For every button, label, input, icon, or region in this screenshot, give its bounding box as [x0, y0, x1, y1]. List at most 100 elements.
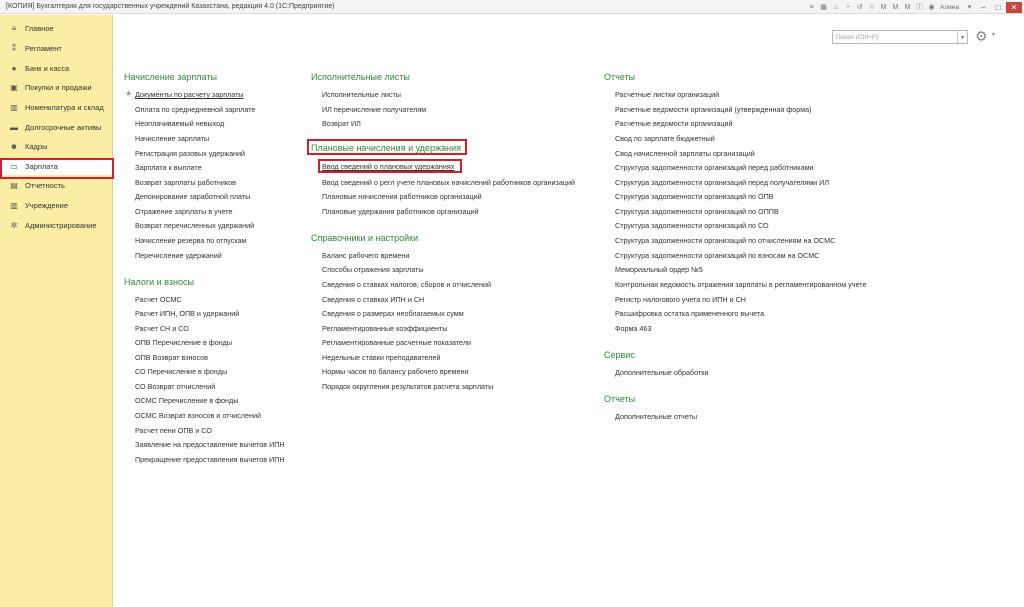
sidebar-item-label: Покупки и продажи	[25, 83, 92, 92]
link-item[interactable]: СО Возврат отчислений	[135, 382, 215, 391]
link-item[interactable]: ОСМС Перечисление в фонды	[135, 396, 238, 405]
link-item[interactable]: Ввод сведений о плановых удержаниях	[322, 162, 454, 171]
link-item[interactable]: Структура задолженности организаций по О…	[615, 207, 779, 216]
section-title-otchety-additional: Отчеты	[604, 394, 636, 404]
link-item[interactable]: Регистрация разовых удержаний	[135, 149, 245, 158]
link-item[interactable]: Дополнительные отчеты	[615, 412, 697, 421]
search-dropdown-icon[interactable]: ▾	[957, 31, 967, 43]
user-icon[interactable]: ◉	[926, 2, 937, 12]
link-item[interactable]: Структура задолженности организаций пере…	[615, 178, 829, 187]
link-item[interactable]: Возврат перечисленных удержаний	[135, 221, 254, 230]
link-item[interactable]: Начисление зарплаты	[135, 134, 209, 143]
home-icon[interactable]: ⌂	[830, 2, 841, 12]
settings-dropdown-icon[interactable]: ▾	[992, 31, 995, 38]
link-item[interactable]: СО Перечисление в фонды	[135, 367, 227, 376]
star-icon[interactable]: ★	[125, 89, 132, 98]
user-name[interactable]: Алина	[938, 4, 963, 11]
letter-m-minus-icon[interactable]: M	[902, 2, 913, 12]
link-item[interactable]: Баланс рабочего времени	[322, 251, 409, 260]
link-item[interactable]: Свод начисленной зарплаты организаций	[615, 149, 755, 158]
link-item[interactable]: Начисление резерва по отпускам	[135, 236, 247, 245]
search-input[interactable]: Поиск (Ctrl+F) ▾	[832, 30, 968, 44]
link-item[interactable]: Структура задолженности организаций по в…	[615, 251, 819, 260]
link-item[interactable]: Неоплачиваемый невыход	[135, 119, 224, 128]
link-item[interactable]: ОПВ Возврат взносов	[135, 353, 208, 362]
link-item[interactable]: ИЛ перечисление получателям	[322, 105, 426, 114]
link-item[interactable]: Депонирование заработной платы	[135, 192, 250, 201]
info-icon[interactable]: ⓘ	[914, 2, 925, 12]
link-item[interactable]: Способы отражения зарплаты	[322, 265, 424, 274]
link-item[interactable]: ОПВ Перечисление в фонды	[135, 338, 232, 347]
sidebar-item-reports[interactable]: ▤ Отчетность	[0, 177, 113, 194]
settings-gear-icon[interactable]: ⚙	[975, 28, 991, 44]
link-item[interactable]: Перечисление удержаний	[135, 251, 222, 260]
link-item[interactable]: ОСМС Возврат взносов и отчислений	[135, 411, 261, 420]
link-item[interactable]: Плановые удержания работников организаци…	[322, 207, 479, 216]
section-title-nachislenie: Начисление зарплаты	[124, 72, 217, 82]
sidebar-item-administration[interactable]: ✲ Администрирование	[0, 217, 113, 234]
history-icon[interactable]: ↺	[854, 2, 865, 12]
link-item[interactable]: Расшифровка остатка примененного вычета	[615, 309, 764, 318]
sidebar-item-nomenclature[interactable]: ▥ Номенклатура и склад	[0, 99, 113, 116]
link-item[interactable]: Расчет ОСМС	[135, 295, 182, 304]
sidebar-item-assets[interactable]: ▬ Долгосрочные активы	[0, 119, 113, 136]
link-item[interactable]: Структура задолженности организаций по О…	[615, 192, 774, 201]
link-item[interactable]: Расчет СН и СО	[135, 324, 189, 333]
sidebar-item-main[interactable]: ≡ Главное	[0, 20, 113, 37]
link-item[interactable]: Порядок округления результатов расчета з…	[322, 382, 493, 391]
section-title-spravochniki: Справочники и настройки	[311, 233, 419, 243]
link-item[interactable]: Дополнительные обработки	[615, 368, 708, 377]
sidebar-item-label: Долгосрочные активы	[25, 123, 102, 132]
calendar-icon[interactable]: ▦	[818, 2, 829, 12]
link-item[interactable]: Документы по расчету зарплаты	[135, 90, 244, 99]
link-item[interactable]: Расчет ИПН, ОПВ и удержаний	[135, 309, 239, 318]
link-item[interactable]: Мемориальный ордер №5	[615, 265, 703, 274]
link-item[interactable]: Недельные ставки преподавателей	[322, 353, 440, 362]
letter-m-plus-icon[interactable]: M	[890, 2, 901, 12]
link-item[interactable]: Форма 463	[615, 324, 651, 333]
close-button[interactable]: ✕	[1006, 1, 1022, 13]
sidebar-item-personnel[interactable]: ☻ Кадры	[0, 138, 113, 155]
sidebar-item-purchases[interactable]: ▣ Покупки и продажи	[0, 79, 113, 96]
star-icon[interactable]: ☆	[866, 2, 877, 12]
link-item[interactable]: Структура задолженности организаций по о…	[615, 236, 835, 245]
titlebar-toolbar: ≡ ▦ ⌂ ◔ ↺ ☆ M M M ⓘ ◉ Алина ▾ – □ ✕	[806, 0, 1024, 14]
link-item[interactable]: Возврат зарплаты работников	[135, 178, 236, 187]
link-item[interactable]: Нормы часов по балансу рабочего времени	[322, 367, 469, 376]
link-item[interactable]: Структура задолженности организаций по С…	[615, 221, 769, 230]
sidebar-item-regulation[interactable]: ⁑ Регламент	[0, 40, 113, 57]
dropdown-icon[interactable]: ▾	[964, 2, 975, 12]
link-item[interactable]: Регистр налогового учета по ИПН и СН	[615, 295, 746, 304]
link-item[interactable]: Сведения о ставках налогов, сборов и отч…	[322, 280, 491, 289]
link-item[interactable]: Регламентированные расчетные показатели	[322, 338, 471, 347]
link-item[interactable]: Возврат ИЛ	[322, 119, 361, 128]
maximize-button[interactable]: □	[991, 2, 1005, 13]
link-item[interactable]: Расчетные ведомости организаций (утвержд…	[615, 105, 812, 114]
link-item[interactable]: Расчет пени ОПВ и СО	[135, 426, 212, 435]
link-item[interactable]: Зарплата к выплате	[135, 163, 202, 172]
link-item[interactable]: Ввод сведений о регл учете плановых начи…	[322, 178, 575, 187]
link-item[interactable]: Исполнительные листы	[322, 90, 401, 99]
link-item[interactable]: Структура задолженности организаций пере…	[615, 163, 814, 172]
link-item[interactable]: Заявление на предоставление вычетов ИПН	[135, 440, 285, 449]
sidebar-item-salary[interactable]: ▭ Зарплата	[0, 158, 114, 179]
link-item[interactable]: Прекращение предоставления вычетов ИПН	[135, 455, 285, 464]
people-icon: ☻	[9, 142, 19, 151]
link-item[interactable]: Контрольная ведомость отражения зарплаты…	[615, 280, 866, 289]
link-item[interactable]: Свод по зарплате бюджетный	[615, 134, 715, 143]
letter-m-icon[interactable]: M	[878, 2, 889, 12]
sidebar-item-bank[interactable]: ● Банк и касса	[0, 60, 113, 77]
sidebar-item-institution[interactable]: ▥ Учреждение	[0, 197, 113, 214]
link-item[interactable]: Оплата по среднедневной зарплате	[135, 105, 255, 114]
link-item[interactable]: Сведения о ставках ИПН и СН	[322, 295, 424, 304]
link-item[interactable]: Сведения о размерах необлагаемых сумм	[322, 309, 464, 318]
section-title-ispolnitelnye: Исполнительные листы	[311, 72, 410, 82]
menu-icon[interactable]: ≡	[806, 2, 817, 12]
link-item[interactable]: Расчетные листки организаций	[615, 90, 719, 99]
link-item[interactable]: Отражение зарплаты в учете	[135, 207, 232, 216]
bell-icon[interactable]: ◔	[842, 2, 853, 12]
link-item[interactable]: Расчетные ведомости организаций	[615, 119, 732, 128]
minimize-button[interactable]: –	[976, 2, 990, 13]
link-item[interactable]: Плановые начисления работников организац…	[322, 192, 482, 201]
link-item[interactable]: Регламентированные коэффициенты	[322, 324, 447, 333]
